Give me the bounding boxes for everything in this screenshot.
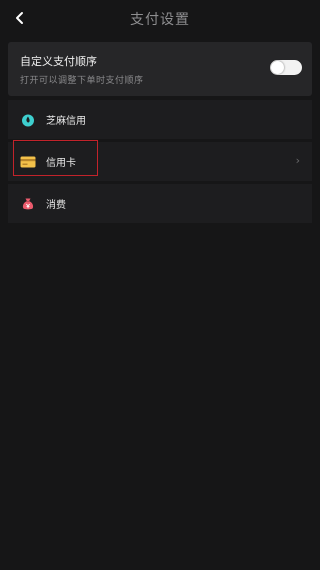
credit-card-label: 信用卡: [46, 158, 76, 169]
payment-method-consumption[interactable]: 消费: [8, 184, 312, 223]
custom-payment-order-subtitle: 打开可以调整下单时支付顺序: [20, 76, 144, 86]
money-bag-icon: [20, 196, 36, 212]
payment-method-sesame-credit[interactable]: 芝麻信用: [8, 100, 312, 139]
custom-payment-order-toggle[interactable]: [270, 60, 302, 75]
header-bar: 支付设置: [0, 0, 320, 36]
consumption-label: 消费: [46, 200, 66, 211]
page-title: 支付设置: [130, 12, 190, 28]
payment-method-list: 芝麻信用 信用卡 › 消费: [8, 100, 312, 226]
custom-payment-order-title: 自定义支付顺序: [20, 55, 97, 68]
sesame-credit-icon: [20, 112, 36, 128]
credit-card-icon: [20, 154, 36, 170]
chevron-right-icon: ›: [295, 154, 300, 167]
payment-method-credit-card[interactable]: 信用卡 ›: [8, 142, 312, 181]
toggle-knob: [271, 61, 284, 74]
sesame-credit-label: 芝麻信用: [46, 116, 86, 127]
custom-payment-order-card: 自定义支付顺序 打开可以调整下单时支付顺序: [8, 42, 312, 96]
